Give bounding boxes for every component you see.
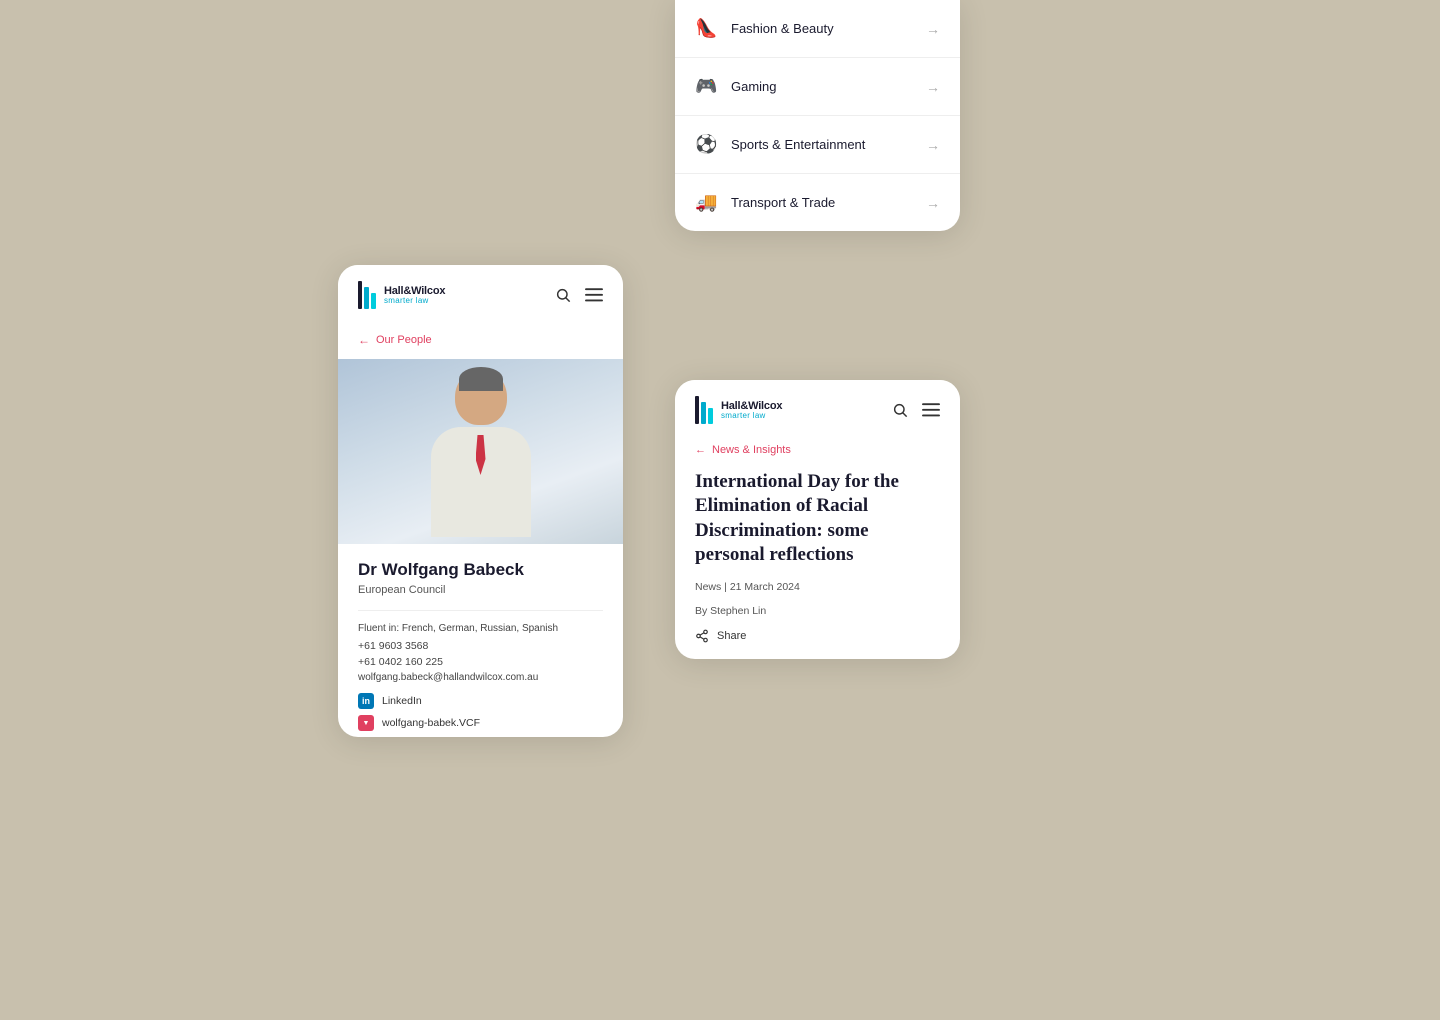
brand-tagline-2: smarter law <box>721 412 782 421</box>
search-icon <box>555 287 571 303</box>
article-breadcrumb-label: News & Insights <box>712 444 791 456</box>
sports-arrow-icon: → <box>926 137 940 153</box>
logo-bar-blue1 <box>364 287 369 309</box>
search-button-2[interactable] <box>892 402 908 418</box>
profile-info: Dr Wolfgang Babeck European Council Flue… <box>338 544 623 731</box>
logo-bar-blue1-2 <box>701 402 706 424</box>
email[interactable]: wolfgang.babeck@hallandwilcox.com.au <box>358 672 603 683</box>
person-name: Dr Wolfgang Babeck <box>358 560 603 580</box>
phone1[interactable]: +61 9603 3568 <box>358 640 603 652</box>
article-meta: News | 21 March 2024 <box>675 581 960 605</box>
brand-tagline: smarter law <box>384 297 445 306</box>
profile-photo <box>338 359 623 544</box>
article-title: International Day for the Elimination of… <box>675 470 960 581</box>
article-card-header: Hall&Wilcox smarter law <box>675 380 960 440</box>
menu-item-fashion[interactable]: 👠 Fashion & Beauty → <box>675 0 960 58</box>
fashion-label: Fashion & Beauty <box>731 21 834 36</box>
back-arrow-icon-2: ← <box>695 444 706 456</box>
menu-item-left: 🚚 Transport & Trade <box>695 192 835 213</box>
menu-item-transport[interactable]: 🚚 Transport & Trade → <box>675 174 960 231</box>
logo-bar-dark-2 <box>695 396 699 424</box>
gaming-icon: 🎮 <box>695 76 717 97</box>
menu-item-left: 🎮 Gaming <box>695 76 777 97</box>
phone2[interactable]: +61 0402 160 225 <box>358 656 603 668</box>
breadcrumb[interactable]: ← Our People <box>338 325 623 359</box>
logo: Hall&Wilcox smarter law <box>358 281 445 309</box>
person-tie <box>476 435 486 475</box>
languages: Fluent in: French, German, Russian, Span… <box>358 623 603 634</box>
logo-icon-2 <box>695 396 713 424</box>
vcf-label: wolfgang-babek.VCF <box>382 717 480 729</box>
person-title: European Council <box>358 584 603 596</box>
profile-card-header: Hall&Wilcox smarter law <box>338 265 623 325</box>
person-body <box>431 427 531 537</box>
search-icon-2 <box>892 402 908 418</box>
article-author: By Stephen Lin <box>675 605 960 629</box>
transport-label: Transport & Trade <box>731 195 835 210</box>
menu-item-gaming[interactable]: 🎮 Gaming → <box>675 58 960 116</box>
share-icon <box>695 629 709 643</box>
linkedin-label: LinkedIn <box>382 695 422 707</box>
article-card: Hall&Wilcox smarter law ← News & Insight… <box>675 380 960 659</box>
fashion-arrow-icon: → <box>926 21 940 37</box>
brand-name-2: Hall&Wilcox <box>721 400 782 412</box>
logo-text-2: Hall&Wilcox smarter law <box>721 400 782 421</box>
transport-arrow-icon: → <box>926 195 940 211</box>
sports-icon: ⚽ <box>695 134 717 155</box>
fashion-icon: 👠 <box>695 18 717 39</box>
logo-bar-blue2-2 <box>708 408 713 424</box>
menu-item-left: ⚽ Sports & Entertainment <box>695 134 865 155</box>
profile-card: Hall&Wilcox smarter law ← Our People <box>338 265 623 737</box>
menu-item-sports[interactable]: ⚽ Sports & Entertainment → <box>675 116 960 174</box>
article-breadcrumb[interactable]: ← News & Insights <box>675 440 960 470</box>
vcf-row[interactable]: ▼ wolfgang-babek.VCF <box>358 715 603 731</box>
header-icons <box>555 287 603 303</box>
menu-button[interactable] <box>585 288 603 302</box>
divider <box>358 610 603 611</box>
brand-name: Hall&Wilcox <box>384 285 445 297</box>
logo-bar-blue2 <box>371 293 376 309</box>
vcf-icon: ▼ <box>358 715 374 731</box>
sports-label: Sports & Entertainment <box>731 137 865 152</box>
person-head <box>455 369 507 425</box>
breadcrumb-label: Our People <box>376 334 432 346</box>
logo-text: Hall&Wilcox smarter law <box>384 285 445 306</box>
linkedin-row[interactable]: in LinkedIn <box>358 693 603 709</box>
person-hair <box>459 367 503 391</box>
share-label: Share <box>717 630 746 642</box>
header-icons-2 <box>892 402 940 418</box>
hamburger-icon <box>585 288 603 302</box>
menu-card: 👠 Fashion & Beauty → 🎮 Gaming → ⚽ Sports… <box>675 0 960 231</box>
transport-icon: 🚚 <box>695 192 717 213</box>
logo-bar-dark <box>358 281 362 309</box>
back-arrow-icon: ← <box>358 333 370 347</box>
logo-2: Hall&Wilcox smarter law <box>695 396 782 424</box>
linkedin-icon: in <box>358 693 374 709</box>
menu-item-left: 👠 Fashion & Beauty <box>695 18 834 39</box>
menu-button-2[interactable] <box>922 403 940 417</box>
share-row[interactable]: Share <box>675 629 960 643</box>
search-button[interactable] <box>555 287 571 303</box>
logo-icon <box>358 281 376 309</box>
gaming-label: Gaming <box>731 79 777 94</box>
person-figure <box>416 369 546 544</box>
gaming-arrow-icon: → <box>926 79 940 95</box>
hamburger-icon-2 <box>922 403 940 417</box>
